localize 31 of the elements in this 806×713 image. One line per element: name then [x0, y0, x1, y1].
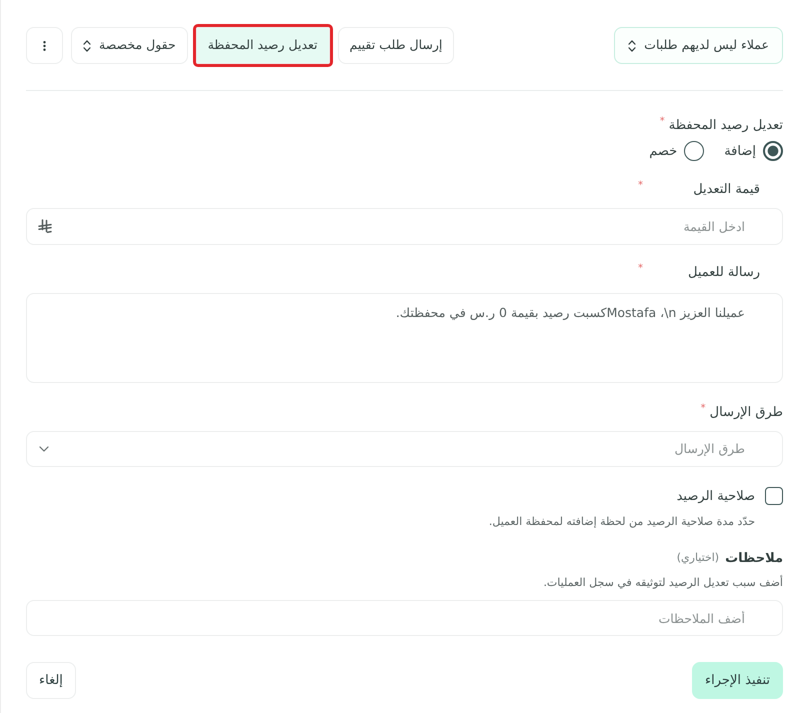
required-mark: * [660, 117, 665, 127]
hint-text: حدّد مدة صلاحية الرصيد من لحظة إضافته لمحفظة العميل. [488, 515, 756, 529]
field-label: تعديل رصيد المحفظة [668, 117, 783, 134]
checkbox-label: صلاحية الرصيد [676, 488, 755, 504]
dropdown-button[interactable]: حقول مخصصة [71, 27, 188, 64]
amount-field[interactable]: ادخل القيمة [26, 208, 783, 245]
submit-button[interactable]: تنفيذ الإجراء [692, 662, 783, 699]
radio-button[interactable] [763, 141, 783, 161]
radio-button[interactable] [684, 141, 704, 161]
hint-text: أضف سبب تعديل الرصيد لتوثيقه في سجل العمليات. [542, 576, 783, 590]
radio-label: إضافة [724, 142, 756, 160]
checkbox[interactable] [765, 487, 783, 505]
required-mark: * [638, 181, 643, 191]
currency-icon [38, 219, 52, 233]
message-field[interactable]: عميلنا العزيز Mostafa ،\nكسبت رصيد بقيمة 0 ر.س في محفظتك. [26, 293, 783, 383]
updown-chevron-icon [83, 40, 91, 52]
required-mark: * [700, 404, 706, 414]
cancel-button[interactable]: إلغاء [26, 662, 76, 699]
updown-chevron-icon [628, 40, 636, 52]
chevron-down-icon [39, 446, 49, 452]
field-label: رسالة للعميل [688, 264, 760, 281]
field-label: قيمة التعديل [693, 181, 760, 198]
field-label: طرق الإرسال [710, 404, 783, 421]
more-icon [43, 40, 46, 52]
optional-note: (اختياري) [676, 550, 720, 566]
radio-label: خصم [649, 142, 678, 160]
action-tab[interactable]: تعديل رصيد المحفظة [196, 27, 330, 64]
field-label: ملاحظات [725, 550, 783, 567]
filter-dropdown-button[interactable]: عملاء ليس لديهم طلبات [614, 27, 783, 64]
required-mark: * [638, 264, 643, 274]
action-tab[interactable]: إرسال طلب تقييم [338, 27, 454, 64]
